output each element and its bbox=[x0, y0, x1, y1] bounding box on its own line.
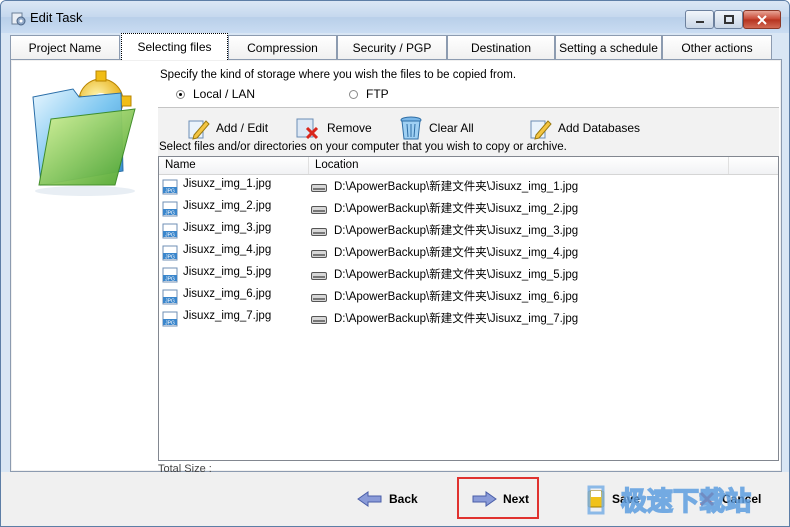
tab-security-pgp[interactable]: Security / PGP bbox=[337, 35, 447, 59]
jpg-file-icon-text: JPG bbox=[165, 211, 175, 217]
tab-setting-schedule[interactable]: Setting a schedule bbox=[555, 35, 662, 59]
drive-icon bbox=[311, 316, 327, 324]
clear-all-button[interactable]: Clear All bbox=[399, 114, 474, 142]
radio-dot-selected bbox=[176, 89, 185, 99]
minimize-icon bbox=[695, 20, 704, 23]
jpg-file-icon-text: JPG bbox=[165, 277, 175, 283]
table-row[interactable]: JPG Jisuxz_img_2.jpg D:\ApowerBackup\新建文… bbox=[159, 197, 778, 219]
back-label: Back bbox=[389, 492, 418, 506]
table-row[interactable]: JPG Jisuxz_img_7.jpg D:\ApowerBackup\新建文… bbox=[159, 307, 778, 329]
file-list[interactable]: Name Location JPG Jisuxz_img_1.jpg D:\Ap… bbox=[158, 156, 779, 461]
back-arrow-icon bbox=[357, 491, 382, 507]
add-edit-button[interactable]: Add / Edit bbox=[186, 114, 268, 142]
add-databases-label: Add Databases bbox=[558, 121, 641, 135]
radio-ftp[interactable]: FTP bbox=[349, 87, 389, 101]
drive-icon bbox=[311, 228, 327, 236]
jpg-file-icon: JPG bbox=[162, 311, 178, 327]
jpg-file-icon: JPG bbox=[162, 179, 178, 195]
tab-selecting-files[interactable]: Selecting files bbox=[121, 33, 228, 60]
close-button[interactable] bbox=[743, 10, 781, 29]
title-bar[interactable]: Edit Task bbox=[1, 1, 789, 33]
back-button[interactable]: Back bbox=[357, 485, 418, 513]
maximize-button[interactable] bbox=[714, 10, 743, 29]
jpg-file-icon: JPG bbox=[162, 223, 178, 239]
radio-label-local-lan: Local / LAN bbox=[193, 87, 256, 101]
file-name: Jisuxz_img_2.jpg bbox=[183, 200, 272, 212]
file-location: D:\ApowerBackup\新建文件夹\Jisuxz_img_2.jpg bbox=[334, 203, 579, 215]
file-rows: JPG Jisuxz_img_1.jpg D:\ApowerBackup\新建文… bbox=[159, 175, 778, 329]
radio-local-lan[interactable]: Local / LAN bbox=[176, 87, 255, 101]
file-name: Jisuxz_img_1.jpg bbox=[183, 178, 272, 190]
next-button-highlight bbox=[457, 477, 539, 519]
file-location: D:\ApowerBackup\新建文件夹\Jisuxz_img_3.jpg bbox=[334, 225, 579, 237]
task-gear-icon bbox=[11, 12, 26, 26]
jpg-file-icon-text: JPG bbox=[165, 233, 175, 239]
file-location: D:\ApowerBackup\新建文件夹\Jisuxz_img_5.jpg bbox=[334, 269, 579, 281]
window-title: Edit Task bbox=[30, 10, 83, 25]
jpg-file-icon: JPG bbox=[162, 289, 178, 305]
table-row[interactable]: JPG Jisuxz_img_3.jpg D:\ApowerBackup\新建文… bbox=[159, 219, 778, 241]
clear-all-label: Clear All bbox=[429, 121, 474, 135]
add-databases-button[interactable]: Add Databases bbox=[528, 114, 640, 142]
drive-icon bbox=[311, 250, 327, 258]
file-name: Jisuxz_img_6.jpg bbox=[183, 288, 272, 300]
watermark-text: 极速下载站 bbox=[621, 487, 751, 517]
column-header-location[interactable]: Location bbox=[309, 157, 729, 174]
file-name: Jisuxz_img_7.jpg bbox=[183, 310, 272, 322]
drive-icon bbox=[311, 272, 327, 280]
tab-strip: Project Name Selecting files Compression… bbox=[10, 33, 782, 60]
select-instruction: Select files and/or directories on your … bbox=[159, 141, 567, 153]
file-location: D:\ApowerBackup\新建文件夹\Jisuxz_img_1.jpg bbox=[334, 181, 579, 193]
drive-icon bbox=[311, 294, 327, 302]
tab-other-actions[interactable]: Other actions bbox=[662, 35, 772, 59]
maximize-icon bbox=[723, 14, 734, 24]
list-header: Name Location bbox=[159, 157, 778, 175]
tab-destination[interactable]: Destination bbox=[447, 35, 555, 59]
file-location: D:\ApowerBackup\新建文件夹\Jisuxz_img_6.jpg bbox=[334, 291, 579, 303]
tab-project-name[interactable]: Project Name bbox=[10, 35, 120, 59]
add-edit-label: Add / Edit bbox=[216, 121, 269, 135]
trash-can-icon bbox=[400, 116, 422, 140]
table-row[interactable]: JPG Jisuxz_img_5.jpg D:\ApowerBackup\新建文… bbox=[159, 263, 778, 285]
drive-icon bbox=[311, 184, 327, 192]
total-size-label: Total Size : bbox=[158, 463, 212, 472]
edit-task-window: Edit Task Project Name Selecting files C… bbox=[0, 0, 790, 527]
remove-label: Remove bbox=[327, 121, 372, 135]
watermark-logo: 极速下载站 bbox=[587, 485, 752, 518]
database-pencil-icon bbox=[530, 120, 552, 140]
jpg-file-icon-text: JPG bbox=[165, 299, 175, 305]
close-icon bbox=[757, 14, 767, 25]
table-row[interactable]: JPG Jisuxz_img_1.jpg D:\ApowerBackup\新建文… bbox=[159, 175, 778, 197]
file-name: Jisuxz_img_5.jpg bbox=[183, 266, 272, 278]
column-header-name[interactable]: Name bbox=[159, 157, 309, 174]
file-location: D:\ApowerBackup\新建文件夹\Jisuxz_img_7.jpg bbox=[334, 313, 579, 325]
table-row[interactable]: JPG Jisuxz_img_4.jpg D:\ApowerBackup\新建文… bbox=[159, 241, 778, 263]
table-row[interactable]: JPG Jisuxz_img_6.jpg D:\ApowerBackup\新建文… bbox=[159, 285, 778, 307]
jpg-file-icon-text: JPG bbox=[165, 321, 175, 327]
remove-button[interactable]: Remove bbox=[295, 114, 372, 142]
pencil-icon bbox=[188, 120, 210, 140]
jpg-file-icon-text: JPG bbox=[165, 255, 175, 261]
tab-compression[interactable]: Compression bbox=[228, 35, 337, 59]
file-name: Jisuxz_img_4.jpg bbox=[183, 244, 272, 256]
jpg-file-icon-text: JPG bbox=[165, 189, 175, 195]
minimize-button[interactable] bbox=[685, 10, 714, 29]
folder-gear-icon bbox=[32, 70, 136, 196]
jpg-file-icon: JPG bbox=[162, 245, 178, 261]
jpg-file-icon: JPG bbox=[162, 267, 178, 283]
file-name: Jisuxz_img_3.jpg bbox=[183, 222, 272, 234]
file-location: D:\ApowerBackup\新建文件夹\Jisuxz_img_4.jpg bbox=[334, 247, 579, 259]
storage-instruction: Specify the kind of storage where you wi… bbox=[160, 69, 517, 81]
drive-icon bbox=[311, 206, 327, 214]
jpg-file-icon: JPG bbox=[162, 201, 178, 217]
remove-icon bbox=[296, 118, 319, 140]
radio-label-ftp: FTP bbox=[366, 87, 389, 101]
radio-dot bbox=[349, 89, 358, 99]
